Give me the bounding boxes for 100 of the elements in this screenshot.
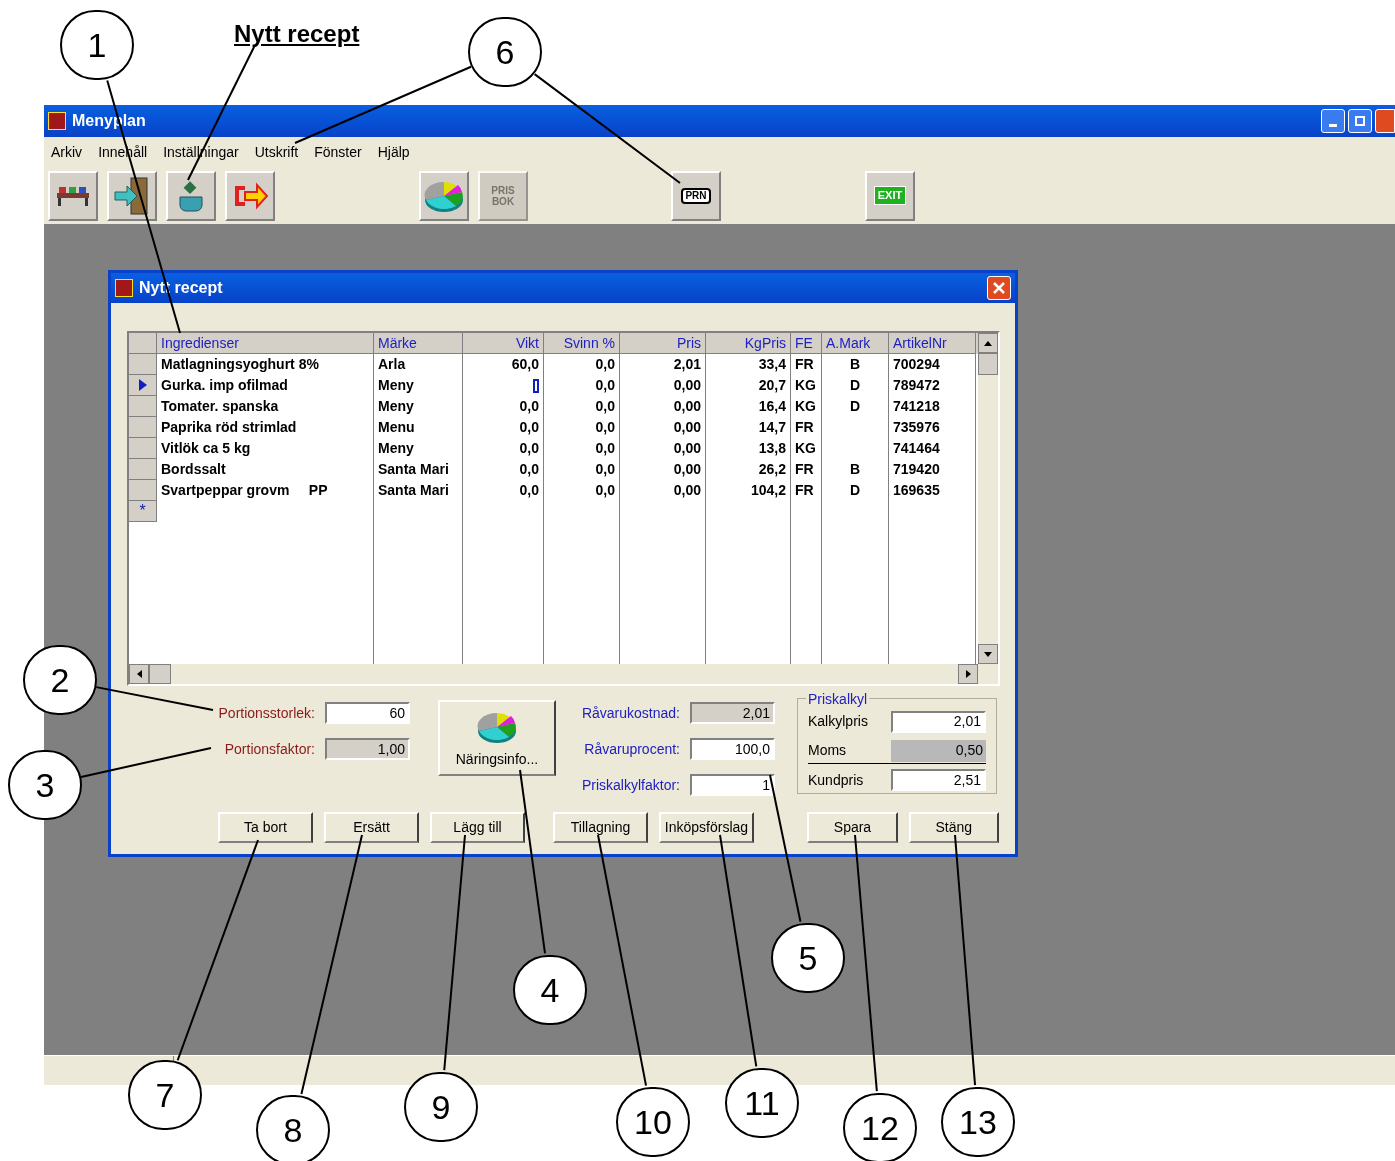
table-cell-text: 0,00 [673,481,701,500]
table-cell-text: 0,0 [519,460,539,479]
app-icon [115,279,133,297]
tables-icon [55,184,91,207]
input-field[interactable]: 60 [325,702,410,724]
new-row-marker: * [139,501,146,521]
field-label: Moms [808,741,847,760]
table-cell-text: FR [795,418,814,437]
table-cell-text: Paprika röd strimlad [161,418,297,437]
table-cell-text: 0,0 [519,397,539,416]
field-label: Kundpris [808,770,864,790]
table-cell-text: FR [795,481,814,500]
table-cell-text: Bordssalt [161,460,226,479]
table-cell-text: 16,4 [758,397,786,416]
column-header[interactable]: KgPris [706,333,791,354]
column-header[interactable]: Pris [620,333,706,354]
horizontal-scrollbar[interactable] [129,664,998,684]
table-cell-text: 0,00 [673,460,701,479]
table-cell-text: FR [795,355,814,374]
scroll-thumb[interactable] [149,664,171,684]
toolbar-button[interactable]: PRN [671,170,721,221]
close-button[interactable] [987,276,1011,300]
table-cell-text: 2,01 [673,355,701,374]
app-icon [48,112,66,130]
table-cell-text: Vitlök ca 5 kg [161,439,251,458]
table-cell-text: 0,0 [595,355,615,374]
nutrition-info-button[interactable]: Näringsinfo... [438,700,556,776]
column-header[interactable]: Ingredienser [157,333,374,354]
table-cell-text: Menu [378,418,415,437]
input-field[interactable]: 2,01 [891,710,986,733]
table-cell-text: 719420 [893,460,940,479]
table-cell-text: 0,00 [673,376,701,395]
table-cell-text: B [849,460,861,479]
dialog-button[interactable]: Stäng [908,811,999,843]
restore-button[interactable] [1348,109,1372,133]
dialog-button[interactable]: Lägg till [430,811,525,843]
vertical-scrollbar[interactable] [978,333,998,664]
column-header[interactable]: FE [791,333,822,354]
dialog-button[interactable]: Ersätt [324,811,419,843]
table-cell-text: 0,0 [595,376,615,395]
table-cell-text: 741464 [893,439,940,458]
menu-item[interactable]: Utskrift [254,141,299,163]
scroll-down-button[interactable] [978,644,998,664]
dialog-button[interactable]: Ta bort [218,811,313,843]
row-selector[interactable] [129,375,157,396]
scroll-up-button[interactable] [978,333,998,353]
table-cell-text: KG [795,397,816,416]
input-field[interactable]: 100,0 [690,738,775,760]
menu-item[interactable]: Hjälp [377,141,410,163]
menu-item[interactable]: Fönster [314,141,362,163]
table-cell-text: 789472 [893,376,940,395]
table-cell-text: 26,2 [758,460,786,479]
table-cell-text: 33,4 [758,355,786,374]
minimize-button[interactable] [1321,109,1345,133]
input-field[interactable]: 0,50 [891,739,986,762]
column-header[interactable]: Svinn % [544,333,620,354]
dialog-button[interactable]: Spara [807,811,898,843]
table-cell-text: D [849,376,861,395]
menu-item[interactable]: Arkiv [51,141,83,163]
toolbar-button[interactable] [48,170,98,221]
table-cell-text: Santa Mari [378,481,449,500]
column-header[interactable]: A.Mark [822,333,889,354]
column-header[interactable]: Vikt [463,333,544,354]
field-label: Kalkylpris [808,712,868,732]
table-cell-text: 20,7 [758,376,786,395]
table-cell-text: 0,0 [519,418,539,437]
input-field[interactable]: 1,00 [325,738,410,760]
table-cell-text: 0,0 [595,481,615,500]
scroll-right-button[interactable] [958,664,978,684]
toolbar-button[interactable] [107,170,157,221]
close-button[interactable] [1375,109,1395,133]
table-cell-text: Meny [378,376,414,395]
annotation-heading: Nytt recept [234,19,360,49]
table-cell-text: 0,0 [519,481,539,500]
scroll-thumb[interactable] [978,353,998,375]
input-field[interactable]: 2,51 [891,769,986,792]
table-cell-text: Meny [378,397,414,416]
table-cell-text: 0,0 [519,439,539,458]
table-cell-text: KG [795,376,816,395]
table-cell-text: Gurka. imp ofilmad [161,376,288,395]
table-cell-text: 0,00 [673,439,701,458]
dialog-button[interactable]: Inköpsförslag [659,811,754,843]
field-label: Priskalkylfaktor: [581,775,680,795]
table-cell-text: 169635 [893,481,940,500]
door-arrow-icon [113,175,151,216]
dialog-button[interactable]: Tillagning [553,811,648,843]
toolbar-button[interactable] [166,170,216,221]
scroll-left-button[interactable] [129,664,149,684]
row-selector[interactable]: * [129,501,157,522]
column-header[interactable]: ArtikelNr [889,333,976,354]
input-field[interactable]: 1 [690,774,775,796]
field-label: Portionsstorlek: [218,703,315,723]
field-label: Råvarukostnad: [581,703,680,723]
field-label: Portionsfaktor: [224,739,315,759]
table-cell-text: 0,00 [673,418,701,437]
column-header[interactable]: Märke [374,333,463,354]
exit-sign: EXIT [873,186,907,205]
table-cell-text: Santa Mari [378,460,449,479]
input-field[interactable]: 2,01 [690,702,775,724]
table-cell-text: 0,0 [595,418,615,437]
